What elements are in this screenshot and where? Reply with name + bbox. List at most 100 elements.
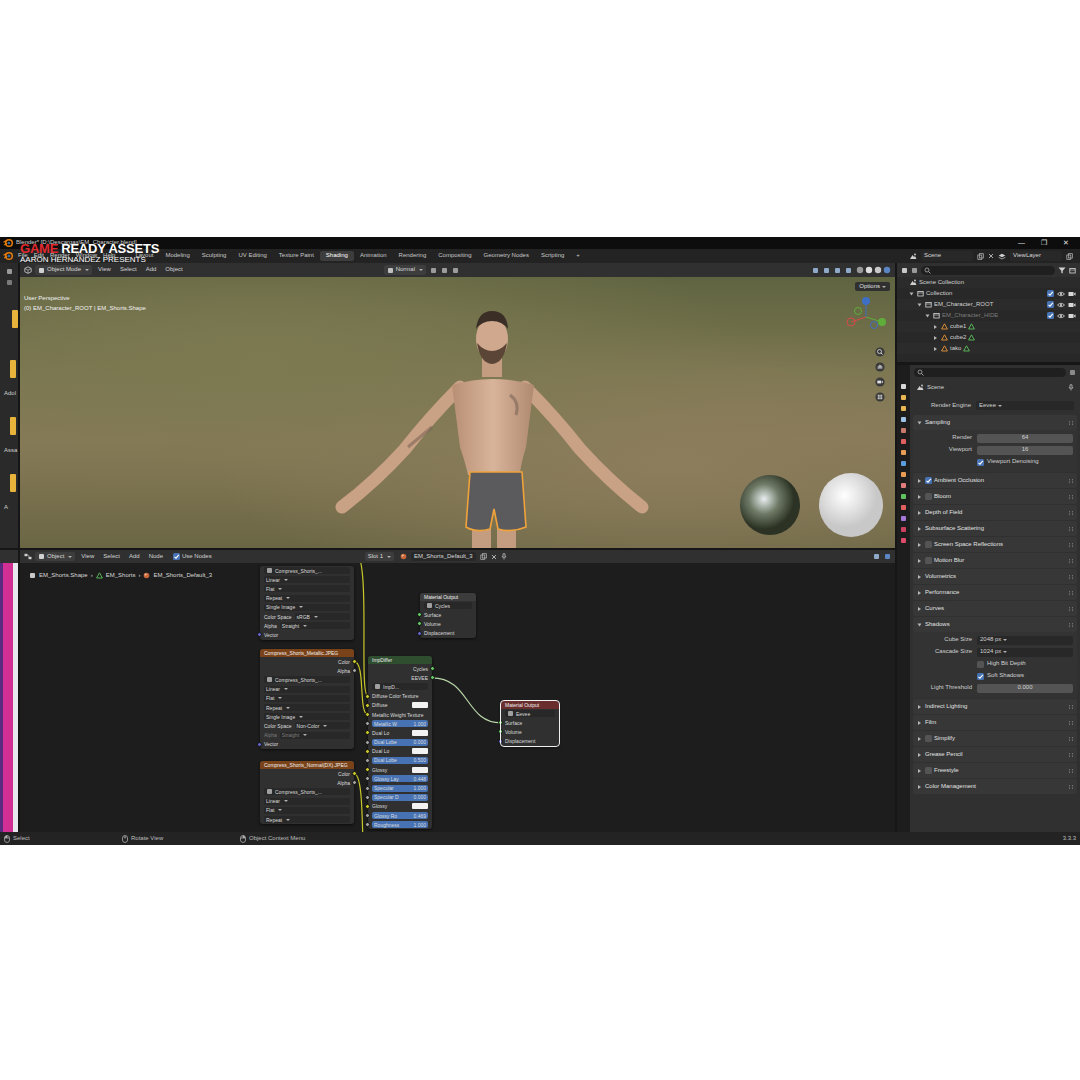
viewport-menu-item[interactable]: View bbox=[95, 266, 114, 273]
node-dropdown[interactable]: Flat bbox=[264, 585, 350, 592]
drag-handle-icon[interactable] bbox=[1068, 752, 1074, 758]
drag-handle-icon[interactable] bbox=[1068, 542, 1074, 548]
backdrop-icon[interactable] bbox=[884, 553, 891, 560]
editor-type-icon[interactable] bbox=[24, 553, 32, 560]
mode-dropdown[interactable]: Object Mode bbox=[35, 265, 92, 274]
node-socket[interactable] bbox=[257, 632, 262, 637]
node-socket[interactable] bbox=[365, 730, 370, 735]
pin-icon[interactable] bbox=[1068, 384, 1074, 391]
workspace-tab[interactable]: Scripting bbox=[535, 251, 570, 260]
node-value-field[interactable]: Glossy Lay0.448 bbox=[372, 775, 428, 782]
property-checkbox[interactable]: High Bit Depth bbox=[977, 660, 1073, 669]
outliner-item[interactable]: cube2 bbox=[897, 332, 1080, 343]
color-swatch[interactable] bbox=[412, 748, 428, 754]
material-icon[interactable] bbox=[400, 553, 407, 560]
panel-checkbox[interactable] bbox=[925, 541, 932, 548]
node-dropdown[interactable]: Single Image bbox=[264, 713, 350, 720]
drag-handle-icon[interactable] bbox=[1068, 622, 1074, 628]
node-socket[interactable] bbox=[365, 776, 370, 781]
shading-mode-icon[interactable] bbox=[865, 266, 873, 274]
menu-item[interactable]: Window bbox=[73, 252, 100, 259]
drag-handle-icon[interactable] bbox=[1068, 606, 1074, 612]
expand-arrow[interactable] bbox=[918, 543, 921, 547]
close-icon[interactable] bbox=[491, 554, 497, 560]
node-datablock-field[interactable]: Compress_Shorts_... bbox=[264, 567, 350, 574]
window-control-button[interactable]: ❐ bbox=[1037, 239, 1051, 247]
expand-arrow[interactable] bbox=[918, 737, 921, 741]
node-socket[interactable] bbox=[498, 720, 503, 725]
node-socket[interactable] bbox=[498, 739, 503, 744]
node-title[interactable]: Compress_Shorts_Metallic.JPEG bbox=[260, 649, 354, 657]
properties-tab-icon[interactable] bbox=[900, 471, 907, 478]
properties-tab-icon[interactable] bbox=[900, 460, 907, 467]
node-editor[interactable]: EM_Shorts.Shape›EM_Shorts›EM_Shorts_Defa… bbox=[20, 563, 895, 832]
node-dropdown[interactable]: Single Image bbox=[264, 604, 350, 611]
expand-arrow[interactable] bbox=[918, 607, 921, 611]
file-name[interactable]: Adol bbox=[0, 390, 16, 397]
panel-header[interactable]: Grease Pencil bbox=[913, 747, 1077, 762]
camera-icon[interactable] bbox=[1068, 302, 1076, 308]
color-swatch[interactable] bbox=[412, 767, 428, 773]
properties-tab-icon[interactable] bbox=[900, 449, 907, 456]
folder-thumbnail[interactable] bbox=[10, 417, 16, 435]
node[interactable]: Compress_Shorts_Metallic.JPEGColorAlphaC… bbox=[260, 649, 354, 749]
properties-tab-icon[interactable] bbox=[900, 504, 907, 511]
drag-handle-icon[interactable] bbox=[1068, 784, 1074, 790]
workspace-tab[interactable]: Geometry Nodes bbox=[478, 251, 535, 260]
node[interactable]: Compress_Shorts_Normal(DX).JPEGColorAlph… bbox=[260, 761, 354, 824]
checkbox[interactable] bbox=[977, 459, 984, 466]
eye-icon[interactable] bbox=[1057, 291, 1065, 297]
outliner-item[interactable]: cube1 bbox=[897, 321, 1080, 332]
folder-thumbnail[interactable] bbox=[10, 474, 16, 492]
node-menu-item[interactable]: View bbox=[78, 553, 97, 560]
node-socket[interactable] bbox=[365, 767, 370, 772]
panel-header[interactable]: Performance bbox=[913, 585, 1077, 600]
scene-field[interactable]: Scene bbox=[921, 251, 973, 260]
expand-arrow[interactable] bbox=[926, 314, 930, 317]
node-datablock-field[interactable]: Eevee bbox=[505, 710, 555, 717]
checkbox[interactable] bbox=[977, 661, 984, 668]
editor-type-icon[interactable] bbox=[4, 267, 15, 276]
file-name[interactable]: Assa bbox=[0, 447, 17, 454]
panel-header[interactable]: Curves bbox=[913, 601, 1077, 616]
expand-arrow[interactable] bbox=[918, 511, 921, 515]
pivot-icon[interactable] bbox=[430, 267, 437, 274]
node-datablock-field[interactable]: ImpD... bbox=[372, 683, 428, 690]
node-dropdown[interactable]: Repeat bbox=[264, 816, 350, 823]
editor-type-icon[interactable] bbox=[901, 267, 908, 274]
use-nodes-check[interactable] bbox=[173, 553, 180, 560]
workspace-tab[interactable]: Modeling bbox=[159, 251, 195, 260]
node-socket[interactable] bbox=[365, 804, 370, 809]
node-socket[interactable] bbox=[365, 749, 370, 754]
slot-dropdown[interactable]: Slot 1 bbox=[365, 552, 394, 561]
workspace-tab[interactable]: Sculpting bbox=[196, 251, 233, 260]
pin-icon[interactable] bbox=[501, 553, 507, 560]
expand-arrow[interactable] bbox=[918, 527, 921, 531]
property-dropdown[interactable]: 2048 px bbox=[977, 636, 1073, 645]
expand-arrow[interactable] bbox=[918, 495, 921, 499]
drag-handle-icon[interactable] bbox=[1068, 478, 1074, 484]
node-dropdown[interactable]: Repeat bbox=[264, 595, 350, 602]
node-value-field[interactable]: Metallic W1.000 bbox=[372, 720, 428, 727]
property-field[interactable]: 64 bbox=[977, 434, 1073, 443]
node-value-field[interactable]: Dual Lobe0.000 bbox=[372, 739, 428, 746]
exclude-checkbox[interactable] bbox=[1047, 301, 1054, 308]
expand-arrow[interactable] bbox=[918, 421, 922, 424]
properties-tab-icon[interactable] bbox=[900, 383, 907, 390]
node-dropdown[interactable]: Straight bbox=[280, 622, 350, 629]
add-workspace-button[interactable]: + bbox=[570, 251, 586, 260]
node-socket[interactable] bbox=[498, 729, 503, 734]
snap-icon[interactable] bbox=[441, 267, 448, 274]
expand-arrow[interactable] bbox=[918, 591, 921, 595]
options-dropdown[interactable]: Options bbox=[855, 282, 890, 291]
exclude-checkbox[interactable] bbox=[1047, 290, 1054, 297]
folder-thumbnail[interactable] bbox=[10, 360, 16, 378]
node-socket[interactable] bbox=[365, 703, 370, 708]
node-socket[interactable] bbox=[417, 621, 422, 626]
options-icon[interactable] bbox=[1069, 369, 1076, 376]
drag-handle-icon[interactable] bbox=[1068, 704, 1074, 710]
properties-tab-icon[interactable] bbox=[900, 438, 907, 445]
breadcrumb-item[interactable]: EM_Shorts_Default_3 bbox=[153, 572, 212, 579]
property-checkbox[interactable]: Soft Shadows bbox=[977, 672, 1073, 681]
orientation-dropdown[interactable]: Normal bbox=[384, 265, 426, 274]
